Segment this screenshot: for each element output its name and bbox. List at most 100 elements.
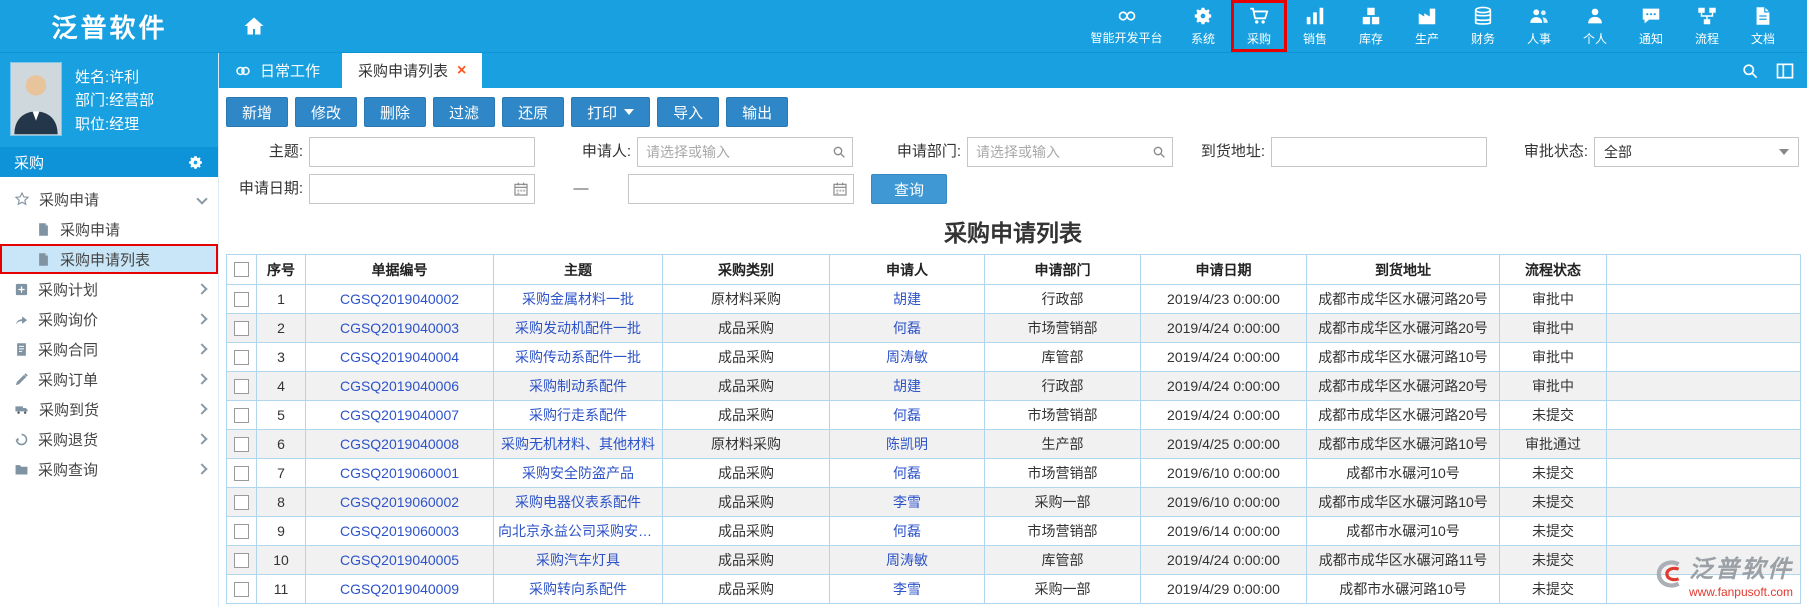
address-input[interactable] xyxy=(1271,137,1487,167)
row-checkbox[interactable] xyxy=(234,408,249,423)
row-checkbox[interactable] xyxy=(234,321,249,336)
cell-subject[interactable]: 采购发动机配件一批 xyxy=(494,314,663,343)
sidebar-item-purchase-request-list[interactable]: 采购申请列表 xyxy=(0,244,218,274)
table-row[interactable]: 5CGSQ2019040007采购行走系配件成品采购何磊市场营销部2019/4/… xyxy=(227,401,1801,430)
cell-subject[interactable]: 采购金属材料一批 xyxy=(494,285,663,314)
home-button[interactable] xyxy=(237,9,271,43)
cell-doc-no[interactable]: CGSQ2019040007 xyxy=(306,401,494,430)
cell-subject[interactable]: 向北京永益公司采购安全... xyxy=(494,517,663,546)
table-row[interactable]: 8CGSQ2019060002采购电器仪表系配件成品采购李雪采购一部2019/6… xyxy=(227,488,1801,517)
table-row[interactable]: 3CGSQ2019040004采购传动系配件一批成品采购周涛敏库管部2019/4… xyxy=(227,343,1801,372)
column-header[interactable]: 主题 xyxy=(494,255,663,285)
cell-doc-no[interactable]: CGSQ2019040006 xyxy=(306,372,494,401)
sidebar-item-purchase-request-form[interactable]: 采购申请 xyxy=(0,214,218,244)
row-checkbox[interactable] xyxy=(234,292,249,307)
add-button[interactable]: 新增 xyxy=(226,97,288,127)
sidebar-item-purchase-contract[interactable]: 采购合同 xyxy=(0,334,218,364)
cell-doc-no[interactable]: CGSQ2019060003 xyxy=(306,517,494,546)
cell-subject[interactable]: 采购汽车灯具 xyxy=(494,546,663,575)
date-to-input[interactable] xyxy=(628,174,854,204)
filter-button[interactable]: 过滤 xyxy=(433,97,495,127)
nav-item-workflow[interactable]: 流程 xyxy=(1679,0,1735,52)
subject-input[interactable] xyxy=(309,137,535,167)
calendar-icon[interactable] xyxy=(832,181,848,197)
table-row[interactable]: 6CGSQ2019040008采购无机材料、其他材料原材料采购陈凯明生产部201… xyxy=(227,430,1801,459)
cell-subject[interactable]: 采购电器仪表系配件 xyxy=(494,488,663,517)
nav-item-dev-platform[interactable]: 智能开发平台 xyxy=(1078,0,1175,52)
department-input[interactable] xyxy=(967,137,1173,167)
cell-applicant[interactable]: 胡建 xyxy=(830,285,985,314)
nav-item-system[interactable]: 系统 xyxy=(1175,0,1231,52)
tab-daily-work[interactable]: 日常工作 xyxy=(219,53,334,88)
close-tab-icon[interactable]: × xyxy=(457,63,466,79)
sidebar-item-purchase-order[interactable]: 采购订单 xyxy=(0,364,218,394)
sidebar-item-purchase-plan[interactable]: 采购计划 xyxy=(0,274,218,304)
row-checkbox[interactable] xyxy=(234,524,249,539)
settings-gear-icon[interactable] xyxy=(187,154,204,171)
cell-applicant[interactable]: 何磊 xyxy=(830,314,985,343)
column-header[interactable]: 序号 xyxy=(257,255,306,285)
applicant-search-icon[interactable] xyxy=(831,144,847,160)
nav-item-docs[interactable]: 文档 xyxy=(1735,0,1791,52)
cell-applicant[interactable]: 胡建 xyxy=(830,372,985,401)
cell-doc-no[interactable]: CGSQ2019060002 xyxy=(306,488,494,517)
cell-subject[interactable]: 采购无机材料、其他材料 xyxy=(494,430,663,459)
cell-doc-no[interactable]: CGSQ2019040003 xyxy=(306,314,494,343)
row-checkbox[interactable] xyxy=(234,379,249,394)
cell-applicant[interactable]: 何磊 xyxy=(830,517,985,546)
cell-applicant[interactable]: 何磊 xyxy=(830,401,985,430)
column-header[interactable]: 流程状态 xyxy=(1500,255,1607,285)
nav-item-finance[interactable]: 财务 xyxy=(1455,0,1511,52)
department-search-icon[interactable] xyxy=(1151,144,1167,160)
query-button[interactable]: 查询 xyxy=(871,174,947,204)
cell-doc-no[interactable]: CGSQ2019040008 xyxy=(306,430,494,459)
table-row[interactable]: 7CGSQ2019060001采购安全防盗产品成品采购何磊市场营销部2019/6… xyxy=(227,459,1801,488)
cell-applicant[interactable]: 陈凯明 xyxy=(830,430,985,459)
calendar-icon[interactable] xyxy=(513,181,529,197)
cell-applicant[interactable]: 何磊 xyxy=(830,459,985,488)
table-row[interactable]: 10CGSQ2019040005采购汽车灯具成品采购周涛敏库管部2019/4/2… xyxy=(227,546,1801,575)
nav-item-purchase[interactable]: 采购 xyxy=(1231,0,1287,52)
sidebar-item-purchase-inquiry[interactable]: 采购询价 xyxy=(0,304,218,334)
table-row[interactable]: 1CGSQ2019040002采购金属材料一批原材料采购胡建行政部2019/4/… xyxy=(227,285,1801,314)
cell-applicant[interactable]: 李雪 xyxy=(830,575,985,604)
row-checkbox[interactable] xyxy=(234,495,249,510)
column-header[interactable]: 申请日期 xyxy=(1141,255,1307,285)
table-row[interactable]: 4CGSQ2019040006采购制动系配件成品采购胡建行政部2019/4/24… xyxy=(227,372,1801,401)
cell-subject[interactable]: 采购传动系配件一批 xyxy=(494,343,663,372)
row-checkbox[interactable] xyxy=(234,553,249,568)
cell-doc-no[interactable]: CGSQ2019040005 xyxy=(306,546,494,575)
print-button[interactable]: 打印 xyxy=(571,97,650,127)
nav-item-hr[interactable]: 人事 xyxy=(1511,0,1567,52)
nav-item-inventory[interactable]: 库存 xyxy=(1343,0,1399,52)
cell-doc-no[interactable]: CGSQ2019040004 xyxy=(306,343,494,372)
column-header[interactable]: 申请部门 xyxy=(985,255,1141,285)
cell-doc-no[interactable]: CGSQ2019060001 xyxy=(306,459,494,488)
cell-applicant[interactable]: 周涛敏 xyxy=(830,546,985,575)
status-select[interactable]: 全部 xyxy=(1594,137,1799,167)
table-row[interactable]: 9CGSQ2019060003向北京永益公司采购安全...成品采购何磊市场营销部… xyxy=(227,517,1801,546)
sidebar-item-purchase-return[interactable]: 采购退货 xyxy=(0,424,218,454)
table-row[interactable]: 2CGSQ2019040003采购发动机配件一批成品采购何磊市场营销部2019/… xyxy=(227,314,1801,343)
import-button[interactable]: 导入 xyxy=(657,97,719,127)
cell-subject[interactable]: 采购转向系配件 xyxy=(494,575,663,604)
cell-subject[interactable]: 采购制动系配件 xyxy=(494,372,663,401)
select-all-checkbox[interactable] xyxy=(234,262,249,277)
row-checkbox[interactable] xyxy=(234,437,249,452)
nav-item-personal[interactable]: 个人 xyxy=(1567,0,1623,52)
cell-doc-no[interactable]: CGSQ2019040002 xyxy=(306,285,494,314)
delete-button[interactable]: 删除 xyxy=(364,97,426,127)
date-from-input[interactable] xyxy=(309,174,535,204)
layout-columns-icon[interactable] xyxy=(1775,61,1795,81)
column-header[interactable]: 采购类别 xyxy=(663,255,830,285)
nav-item-production[interactable]: 生产 xyxy=(1399,0,1455,52)
applicant-input[interactable] xyxy=(637,137,853,167)
sidebar-item-purchase-query[interactable]: 采购查询 xyxy=(0,454,218,484)
tab-purchase-request-list[interactable]: 采购申请列表 × xyxy=(342,53,482,88)
restore-button[interactable]: 还原 xyxy=(502,97,564,127)
sidebar-item-purchase-arrival[interactable]: 采购到货 xyxy=(0,394,218,424)
cell-applicant[interactable]: 李雪 xyxy=(830,488,985,517)
table-row[interactable]: 11CGSQ2019040009采购转向系配件成品采购李雪采购一部2019/4/… xyxy=(227,575,1801,604)
nav-item-notice[interactable]: 通知 xyxy=(1623,0,1679,52)
edit-button[interactable]: 修改 xyxy=(295,97,357,127)
